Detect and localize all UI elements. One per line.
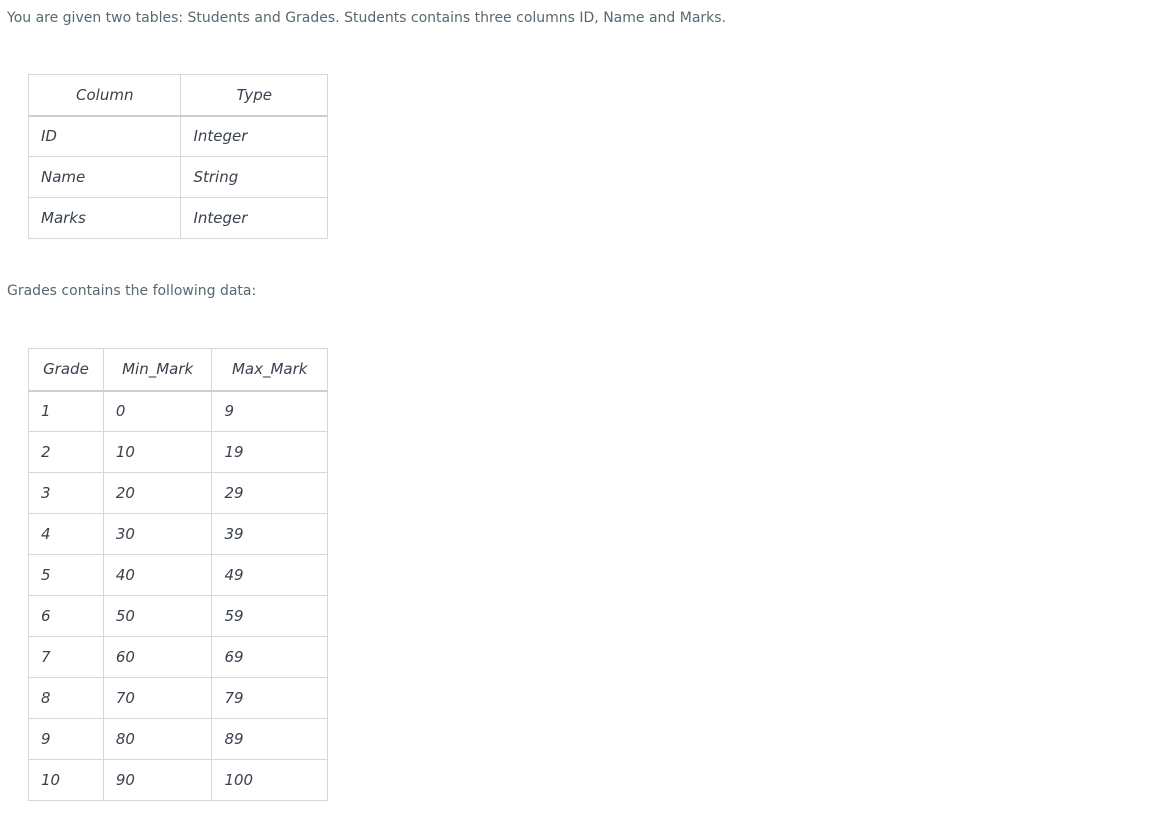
min-mark-cell: 70 <box>102 677 213 719</box>
max-mark-cell: 19 <box>211 431 328 473</box>
min-mark-cell: 0 <box>102 390 213 432</box>
students-schema-table: Column Type ID Integer Name String Marks… <box>27 74 328 239</box>
table-row: 7 60 69 <box>28 636 328 678</box>
grade-cell: 2 <box>28 431 104 473</box>
table-row: 3 20 29 <box>28 472 328 514</box>
min-mark-header: Min_Mark <box>102 348 213 392</box>
grades-table: Grade Min_Mark Max_Mark 1 0 9 2 10 19 3 … <box>28 348 328 801</box>
max-mark-cell: 9 <box>211 390 328 432</box>
grade-cell: 6 <box>28 595 104 637</box>
table-row: 4 30 39 <box>28 513 328 555</box>
min-mark-cell: 40 <box>102 554 213 596</box>
table-row: 9 80 89 <box>28 718 328 760</box>
max-mark-cell: 29 <box>211 472 328 514</box>
min-mark-cell: 30 <box>102 513 213 555</box>
max-mark-header: Max_Mark <box>211 348 328 392</box>
max-mark-cell: 69 <box>211 636 328 678</box>
grade-header: Grade <box>28 348 104 392</box>
table-row: 8 70 79 <box>28 677 328 719</box>
max-mark-cell: 39 <box>211 513 328 555</box>
table-header-row: Column Type <box>27 74 328 117</box>
table-cell: Integer <box>180 197 328 239</box>
min-mark-cell: 50 <box>102 595 213 637</box>
max-mark-cell: 59 <box>211 595 328 637</box>
problem-intro-text: You are given two tables: Students and G… <box>7 10 727 26</box>
grade-cell: 8 <box>28 677 104 719</box>
column-header: Column <box>27 74 182 117</box>
table-row: 6 50 59 <box>28 595 328 637</box>
grade-cell: 9 <box>28 718 104 760</box>
grade-cell: 10 <box>28 759 104 801</box>
table-cell: Marks <box>27 197 182 239</box>
table-row: 10 90 100 <box>28 759 328 801</box>
min-mark-cell: 80 <box>102 718 213 760</box>
grade-cell: 5 <box>28 554 104 596</box>
table-cell: Name <box>27 156 182 198</box>
min-mark-cell: 60 <box>102 636 213 678</box>
grade-cell: 3 <box>28 472 104 514</box>
grade-cell: 7 <box>28 636 104 678</box>
table-row: 5 40 49 <box>28 554 328 596</box>
min-mark-cell: 10 <box>102 431 213 473</box>
grade-cell: 4 <box>28 513 104 555</box>
table-header-row: Grade Min_Mark Max_Mark <box>28 348 328 392</box>
table-cell: ID <box>27 115 182 157</box>
max-mark-cell: 89 <box>211 718 328 760</box>
max-mark-cell: 79 <box>211 677 328 719</box>
grade-cell: 1 <box>28 390 104 432</box>
type-header: Type <box>180 74 328 117</box>
min-mark-cell: 20 <box>102 472 213 514</box>
min-mark-cell: 90 <box>102 759 213 801</box>
table-row: ID Integer <box>27 115 328 157</box>
max-mark-cell: 49 <box>211 554 328 596</box>
table-row: 2 10 19 <box>28 431 328 473</box>
grades-intro-text: Grades contains the following data: <box>7 283 257 299</box>
table-row: 1 0 9 <box>28 390 328 432</box>
table-cell: Integer <box>180 115 328 157</box>
max-mark-cell: 100 <box>211 759 328 801</box>
table-row: Marks Integer <box>27 197 328 239</box>
table-row: Name String <box>27 156 328 198</box>
table-cell: String <box>180 156 328 198</box>
